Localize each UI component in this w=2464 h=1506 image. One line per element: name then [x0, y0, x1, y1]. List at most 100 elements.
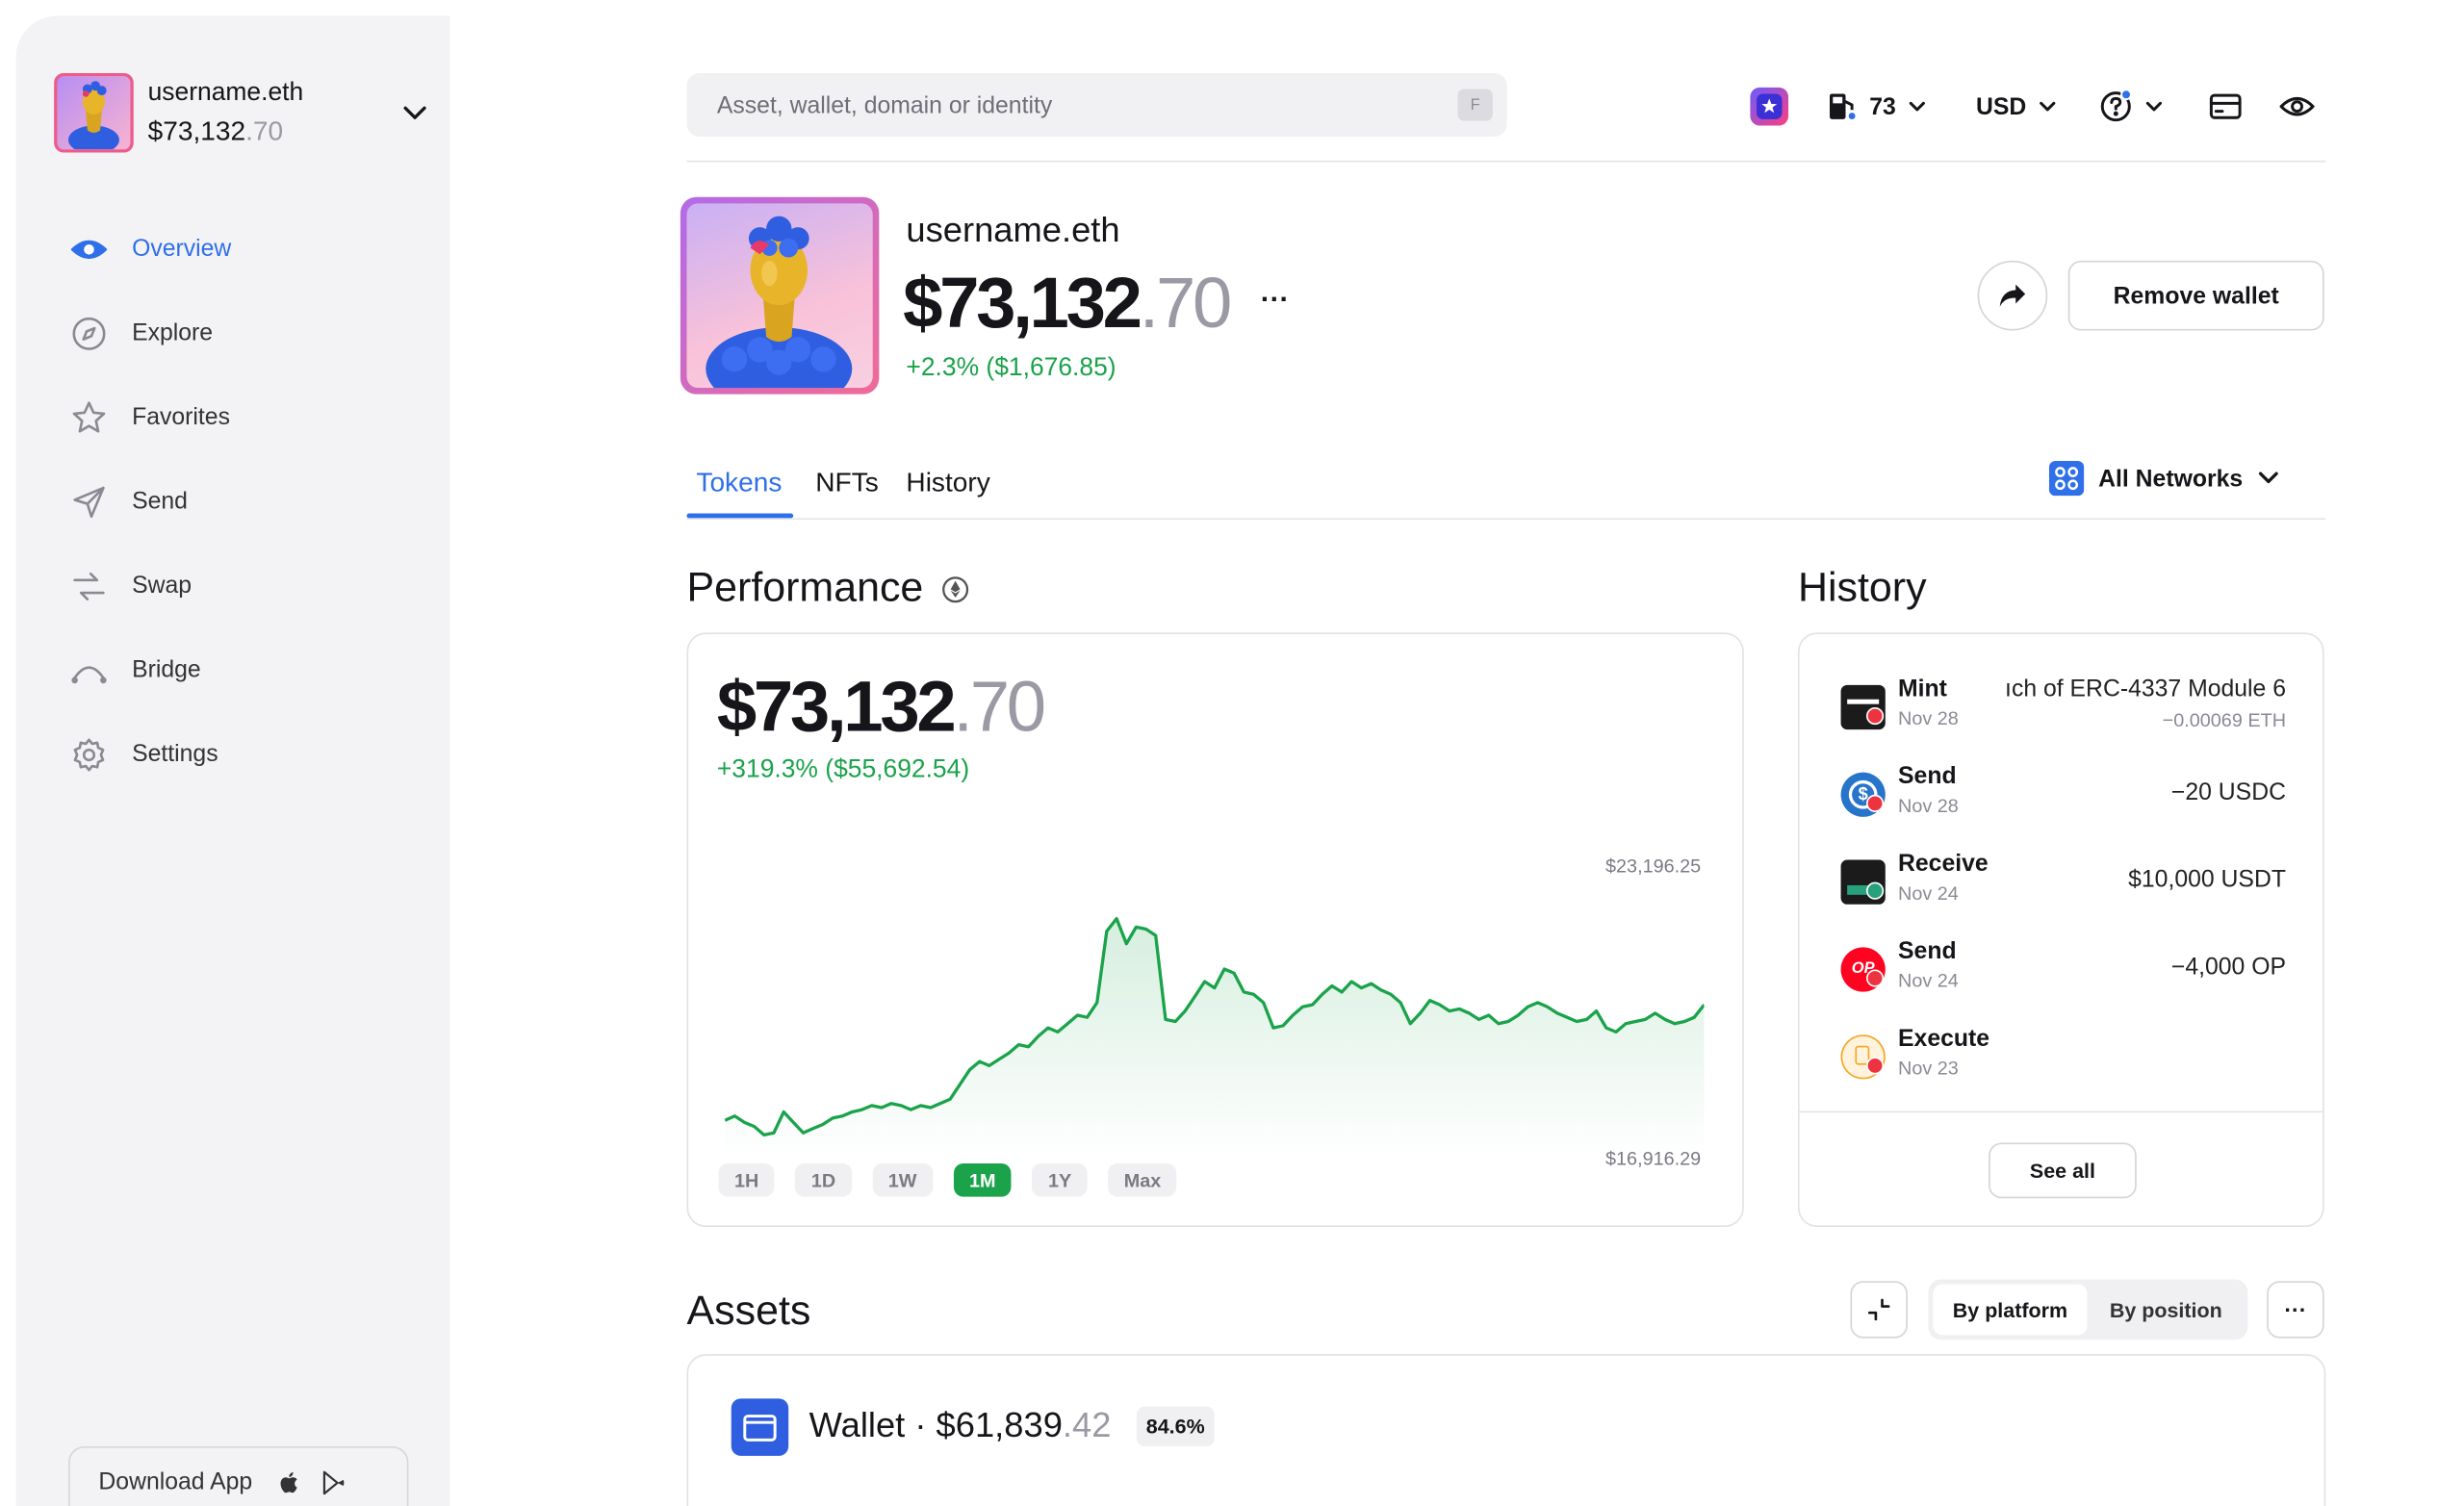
- wallet-title: Wallet · $61,839.42: [809, 1405, 1112, 1446]
- send-icon: [73, 485, 105, 518]
- by-platform-button[interactable]: By platform: [1933, 1284, 2088, 1336]
- performance-chart[interactable]: [725, 841, 1705, 1160]
- optimism-badge-icon: [1865, 969, 1885, 987]
- fuel-pump-icon: [1829, 93, 1859, 123]
- chevron-down-icon: [2258, 472, 2278, 484]
- apple-icon: [280, 1471, 297, 1493]
- history-type: Receive: [1898, 850, 1989, 878]
- collapse-icon: [1867, 1298, 1890, 1321]
- tab-nfts[interactable]: NFTs: [815, 468, 879, 499]
- compass-icon: [72, 316, 106, 350]
- range-1w-button[interactable]: 1W: [872, 1162, 933, 1197]
- time-range-selector: 1H 1D 1W 1M 1Y Max: [718, 1162, 1177, 1197]
- gas-price-dropdown[interactable]: 73: [1825, 83, 1928, 131]
- history-row[interactable]: Receive Nov 24 $10,000 USDT: [1837, 851, 2286, 914]
- history-type: Send: [1898, 762, 1957, 790]
- collapse-button[interactable]: [1850, 1281, 1908, 1339]
- sidebar-item-label: Explore: [132, 319, 214, 347]
- app-badge-button[interactable]: [1749, 83, 1790, 131]
- history-divider: [1799, 1110, 2324, 1113]
- sidebar-item-label: Favorites: [132, 403, 230, 431]
- history-amount: −4,000 OP: [2170, 953, 2287, 982]
- sidebar-item-label: Swap: [132, 572, 192, 600]
- network-dropdown[interactable]: All Networks: [2048, 459, 2281, 498]
- range-1m-button[interactable]: 1M: [953, 1162, 1013, 1197]
- history-date: Nov 23: [1898, 1057, 1959, 1080]
- sidebar-item-favorites[interactable]: Favorites: [70, 375, 436, 460]
- history-amount: ıch of ERC-4337 Module 6: [2005, 675, 2287, 703]
- by-position-button[interactable]: By position: [2089, 1284, 2243, 1335]
- remove-wallet-button[interactable]: Remove wallet: [2067, 260, 2324, 331]
- performance-balance-cents: .70: [953, 666, 1046, 748]
- ethereum-info-icon[interactable]: [941, 575, 970, 604]
- download-app-label: Download App: [98, 1468, 253, 1496]
- history-date: Nov 24: [1898, 881, 1959, 905]
- help-dropdown[interactable]: [2098, 83, 2165, 131]
- search-input[interactable]: [686, 72, 1434, 138]
- optimism-badge-icon: [1865, 794, 1885, 812]
- share-button[interactable]: [1977, 260, 2048, 331]
- history-title: History: [1797, 562, 1927, 611]
- avatar-image: [706, 216, 853, 388]
- account-balance: $73,132.70: [148, 116, 284, 148]
- sidebar-item-swap[interactable]: Swap: [70, 544, 436, 628]
- profile-balance-cents: .70: [1139, 262, 1233, 344]
- assets-more-button[interactable]: ···: [2267, 1281, 2324, 1339]
- wallet-card-button[interactable]: [2208, 83, 2243, 131]
- history-type: Send: [1898, 937, 1957, 965]
- sidebar-item-label: Settings: [132, 740, 218, 768]
- tabs-divider: [686, 518, 2326, 521]
- sidebar: username.eth $73,132.70 Overview Explore…: [15, 15, 450, 1506]
- sidebar-item-bridge[interactable]: Bridge: [70, 627, 436, 712]
- sidebar-item-overview[interactable]: Overview: [70, 207, 436, 292]
- sidebar-item-label: Bridge: [132, 656, 201, 684]
- performance-card: $73,132.70 +319.3% ($55,692.54) $23,196.…: [686, 632, 1744, 1228]
- sidebar-item-label: Send: [132, 488, 188, 516]
- currency-value: USD: [1975, 92, 2027, 120]
- help-icon: [2100, 89, 2132, 122]
- swap-icon: [73, 572, 105, 600]
- sidebar-item-explore[interactable]: Explore: [70, 291, 436, 375]
- profile-more-button[interactable]: ···: [1261, 283, 1290, 317]
- sidebar-item-settings[interactable]: Settings: [70, 712, 436, 797]
- tab-tokens[interactable]: Tokens: [696, 468, 782, 499]
- see-all-button[interactable]: See all: [1989, 1142, 2137, 1199]
- hide-balance-button[interactable]: [2278, 83, 2317, 131]
- history-row[interactable]: OP Send Nov 24 −4,000 OP: [1837, 937, 2286, 1001]
- account-switcher[interactable]: username.eth $73,132.70: [54, 72, 435, 153]
- range-1h-button[interactable]: 1H: [718, 1162, 775, 1197]
- sidebar-item-send[interactable]: Send: [70, 459, 436, 544]
- currency-dropdown[interactable]: USD: [1976, 83, 2058, 131]
- wallet-cents: .42: [1062, 1405, 1112, 1445]
- range-1y-button[interactable]: 1Y: [1032, 1162, 1088, 1197]
- wallet-percent-badge: 84.6%: [1136, 1406, 1215, 1446]
- wallet-icon: [731, 1398, 789, 1456]
- range-max-button[interactable]: Max: [1108, 1162, 1177, 1197]
- history-date: Nov 24: [1898, 969, 1959, 992]
- view-toggle: By platform By position: [1928, 1279, 2248, 1340]
- history-type: Execute: [1898, 1025, 1990, 1053]
- chevron-down-icon: [2145, 101, 2163, 112]
- tab-history[interactable]: History: [906, 468, 989, 499]
- chevron-down-icon: [2039, 101, 2055, 112]
- performance-balance: $73,132.70: [717, 666, 1046, 749]
- eye-icon: [70, 239, 108, 259]
- star-icon: [72, 400, 106, 432]
- history-row[interactable]: $ Send Nov 28 −20 USDC: [1837, 763, 2286, 827]
- optimism-badge-icon: [1865, 706, 1885, 726]
- share-arrow-icon: [1999, 284, 2026, 307]
- assets-title: Assets: [686, 1286, 811, 1334]
- search-bar[interactable]: F: [686, 72, 1507, 138]
- download-app-button[interactable]: Download App: [68, 1445, 409, 1506]
- range-1d-button[interactable]: 1D: [795, 1162, 852, 1197]
- profile-balance-main: $73,132: [903, 262, 1142, 344]
- search-shortcut-key: F: [1457, 89, 1493, 121]
- history-row[interactable]: Mint Nov 28 ıch of ERC-4337 Module 6 −0.…: [1837, 676, 2286, 739]
- account-balance-cents: .70: [245, 115, 284, 146]
- performance-change: +319.3% ($55,692.54): [716, 756, 970, 784]
- history-row[interactable]: Execute Nov 23: [1837, 1025, 2286, 1088]
- avatar: [54, 72, 134, 153]
- chevron-down-icon[interactable]: [400, 102, 429, 124]
- credit-card-icon: [2209, 93, 2242, 119]
- chevron-down-icon: [1909, 101, 1925, 112]
